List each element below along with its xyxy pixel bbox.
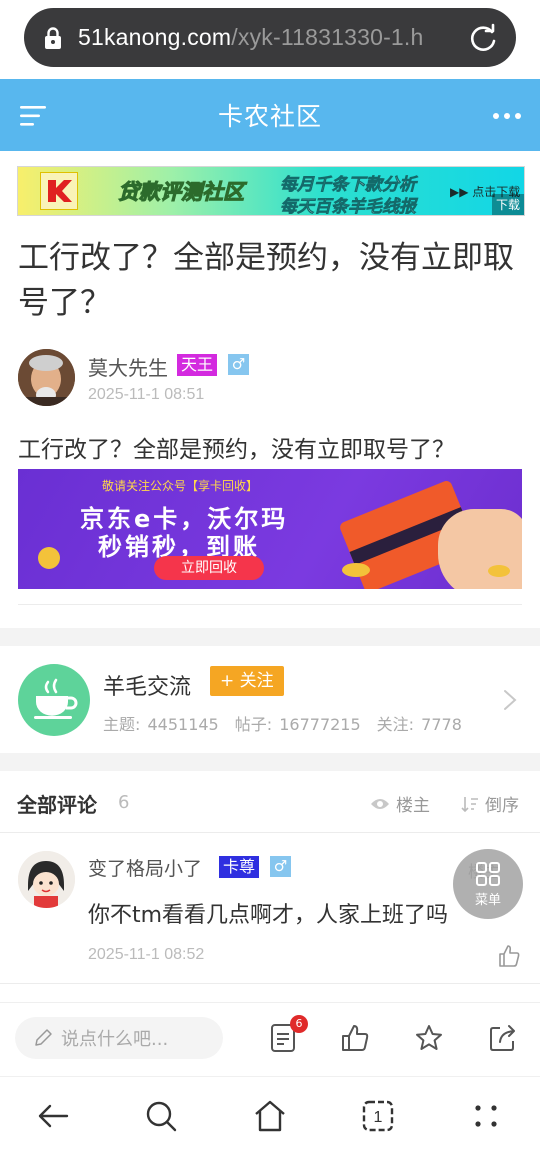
coffee-cup-icon (34, 678, 78, 719)
thumbs-up-icon[interactable] (497, 944, 521, 968)
app-title: 卡农社区 (217, 102, 322, 131)
sort-order-label: 倒序 (485, 796, 519, 816)
banner-logo (40, 172, 78, 210)
promo-top-text: 敬请关注公众号【享卡回收】 (102, 479, 259, 493)
floating-menu-button[interactable]: 菜单 (453, 849, 523, 919)
filter-owner-only[interactable]: 楼主 (370, 791, 430, 816)
post-title: 工行改了？全部是预约，没有立即取号了？ (18, 240, 514, 321)
coin-graphic (488, 565, 510, 577)
comment-count-badge: 6 (290, 1015, 308, 1033)
post-time: 2025-11-1 08:51 (88, 386, 205, 403)
hand-graphic (438, 509, 522, 589)
lock-icon (45, 26, 61, 49)
url-path: /xyk-11831330-1.h (231, 24, 424, 50)
divider (0, 983, 540, 984)
sort-icon (461, 796, 478, 812)
tabs-icon[interactable]: 1 (361, 1099, 395, 1133)
post-action-bar: 说点什么吧... 6 (0, 1002, 540, 1076)
browser-toolbar: 51kanong.com/xyk-11831330-1.h (0, 0, 540, 79)
banner-title: 贷款评测社区 (118, 180, 245, 205)
comment-text: 你不tm看看几点啊才，人家上班了吗 (88, 903, 449, 928)
reload-icon[interactable] (468, 23, 498, 53)
address-bar[interactable]: 51kanong.com/xyk-11831330-1.h (24, 8, 516, 67)
app-header: 卡农社区 (0, 79, 540, 151)
star-favorite-icon[interactable] (414, 1023, 444, 1053)
comment-time: 2025-11-1 08:52 (88, 946, 205, 963)
commenter-rank-badge: 卡尊 (219, 856, 260, 878)
comment-input[interactable]: 说点什么吧... (15, 1017, 223, 1059)
forum-name[interactable]: 羊毛交流 (103, 669, 191, 701)
back-arrow-icon[interactable] (36, 1099, 70, 1133)
section-gap (0, 628, 540, 646)
comments-title: 全部评论 (17, 793, 97, 817)
divider (0, 832, 540, 833)
comment-placeholder: 说点什么吧... (61, 1029, 169, 1050)
browser-nav-bar: 1 (0, 1076, 540, 1152)
forum-followers: 关注: 7778 (376, 715, 462, 734)
comments-count: 6 (118, 792, 130, 813)
kanong-logo-icon (48, 180, 72, 202)
author-avatar[interactable] (18, 349, 75, 406)
coin-graphic (342, 563, 370, 577)
url-domain: 51kanong.com (78, 24, 232, 50)
section-gap (0, 753, 540, 771)
divider (18, 604, 522, 605)
male-gender-icon: ♂ (270, 856, 291, 877)
grid-menu-icon (476, 861, 500, 886)
commenter-name[interactable]: 变了格局小了 (88, 854, 202, 881)
author-avatar-image (18, 349, 75, 406)
author-rank-badge: 天王 (177, 354, 218, 376)
sort-order-toggle[interactable]: 倒序 (461, 791, 519, 816)
forum-posts: 帖子: 16777215 (234, 715, 361, 734)
more-dots-icon[interactable] (469, 1099, 503, 1133)
chevron-right-icon[interactable] (503, 689, 517, 711)
promo-ad[interactable]: 敬请关注公众号【享卡回收】 京东e卡，沃尔玛 秒销秒，到账 立即回收 (18, 469, 522, 589)
search-icon[interactable] (144, 1099, 178, 1133)
coin-graphic (38, 547, 60, 569)
male-gender-icon: ♂ (228, 354, 249, 375)
follow-button[interactable]: + 关注 (210, 666, 284, 696)
home-icon[interactable] (253, 1099, 287, 1133)
more-options-icon[interactable] (492, 111, 522, 121)
post-body: 工行改了？全部是预约，没有立即取号了？ (18, 437, 455, 463)
forum-icon[interactable] (18, 664, 90, 736)
promo-button[interactable]: 立即回收 (154, 556, 264, 580)
banner-line2: 每天百条羊毛线报 (280, 197, 417, 216)
thumbs-up-icon[interactable] (340, 1023, 370, 1053)
svg-text:1: 1 (374, 1109, 383, 1126)
filter-owner-label: 楼主 (396, 796, 430, 816)
eye-icon (371, 798, 389, 809)
author-name[interactable]: 莫大先生 (88, 352, 168, 381)
share-icon[interactable] (488, 1023, 518, 1053)
url-text[interactable]: 51kanong.com/xyk-11831330-1.h (78, 24, 458, 51)
forum-topics: 主题: 4451145 (103, 715, 219, 734)
banner-ad[interactable]: 贷款评测社区 每月千条下款分析 每天百条羊毛线报 ▶▶ 点击下载 下载 (17, 166, 525, 216)
commenter-avatar[interactable] (18, 851, 75, 908)
commenter-avatar-image (18, 851, 75, 908)
floating-menu-label: 菜单 (474, 892, 501, 908)
forum-stats: 主题: 4451145 帖子: 16777215 关注: 7778 (103, 711, 478, 735)
pencil-icon (35, 1029, 52, 1046)
banner-download-tag[interactable]: 下载 (491, 194, 524, 215)
